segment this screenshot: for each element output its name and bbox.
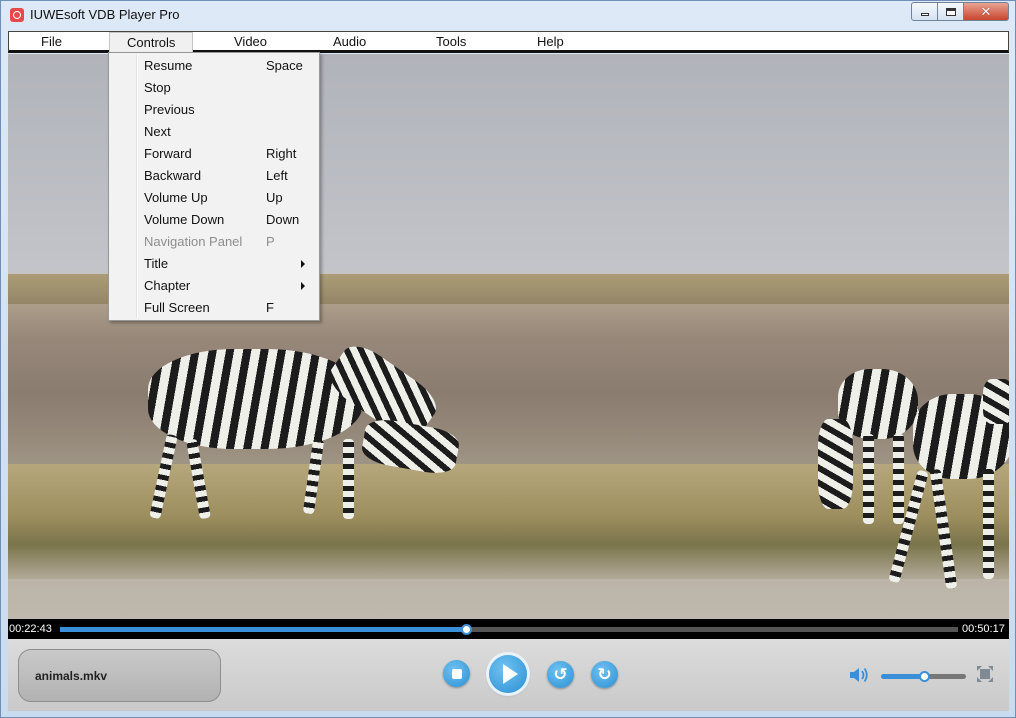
menu-item-navigation-panel: Navigation Panel P (144, 234, 275, 249)
menu-file[interactable]: File (41, 34, 62, 52)
seek-track[interactable] (60, 624, 958, 635)
seek-progress-fill (60, 627, 466, 632)
volume-level-fill (881, 674, 924, 679)
control-panel: animals.mkv ↺ ↻ (8, 639, 1009, 711)
close-icon: ✕ (980, 4, 992, 19)
minimize-button[interactable] (911, 2, 938, 21)
rewind-icon: ↺ (553, 665, 568, 684)
menu-item-next[interactable]: Next (109, 120, 319, 142)
menu-audio[interactable]: Audio (333, 34, 366, 52)
menu-item-title[interactable]: Title (109, 252, 319, 274)
fullscreen-icon[interactable] (977, 666, 993, 682)
rewind-button[interactable]: ↺ (547, 661, 574, 688)
maximize-button[interactable] (938, 2, 964, 21)
menu-item-backward[interactable]: Backward Left (109, 164, 319, 186)
zebra-right (888, 379, 1009, 599)
menu-item-volume-up[interactable]: Volume Up Up (109, 186, 319, 208)
menu-controls[interactable]: Controls (109, 32, 194, 53)
file-name: animals.mkv (35, 669, 108, 683)
controls-dropdown-menu: Resume Space Stop Previous Next Forward … (108, 52, 320, 321)
menu-video[interactable]: Video (234, 34, 267, 52)
play-icon (502, 664, 518, 684)
menu-help[interactable]: Help (537, 34, 564, 52)
menu-bar: File Controls Video Audio Tools Help (8, 31, 1009, 53)
volume-slider[interactable] (881, 671, 966, 682)
zebra-left (138, 337, 468, 529)
stop-icon (451, 668, 462, 679)
submenu-arrow-icon (301, 282, 305, 290)
stop-button[interactable] (443, 660, 470, 687)
menu-item-chapter[interactable]: Chapter (109, 274, 319, 296)
app-logo-icon (10, 8, 24, 22)
minimize-icon (920, 13, 929, 16)
maximize-icon (945, 7, 956, 16)
menu-item-forward[interactable]: Forward Right (109, 142, 319, 164)
window-title: IUWEsoft VDB Player Pro (30, 7, 180, 22)
current-time: 00:22:43 (9, 623, 52, 635)
window-controls: ✕ (911, 2, 1009, 21)
seek-handle[interactable] (460, 624, 472, 635)
play-button[interactable] (489, 655, 527, 693)
seek-bar-area: 00:22:43 00:50:17 (8, 619, 1009, 639)
menu-item-resume[interactable]: Resume Space (109, 54, 319, 76)
submenu-arrow-icon (301, 260, 305, 268)
close-button[interactable]: ✕ (964, 2, 1009, 21)
file-info-panel: animals.mkv (18, 649, 221, 702)
forward-icon: ↻ (597, 665, 612, 684)
total-time: 00:50:17 (962, 623, 1005, 635)
menu-item-stop[interactable]: Stop (109, 76, 319, 98)
menu-item-previous[interactable]: Previous (109, 98, 319, 120)
volume-handle[interactable] (918, 671, 930, 682)
menu-tools[interactable]: Tools (436, 34, 466, 52)
title-bar[interactable]: IUWEsoft VDB Player Pro ✕ (1, 1, 1015, 30)
menu-item-full-screen[interactable]: Full Screen F (109, 296, 319, 318)
menu-item-volume-down[interactable]: Volume Down Down (109, 208, 319, 230)
forward-button[interactable]: ↻ (591, 661, 618, 688)
volume-icon[interactable] (848, 665, 870, 685)
